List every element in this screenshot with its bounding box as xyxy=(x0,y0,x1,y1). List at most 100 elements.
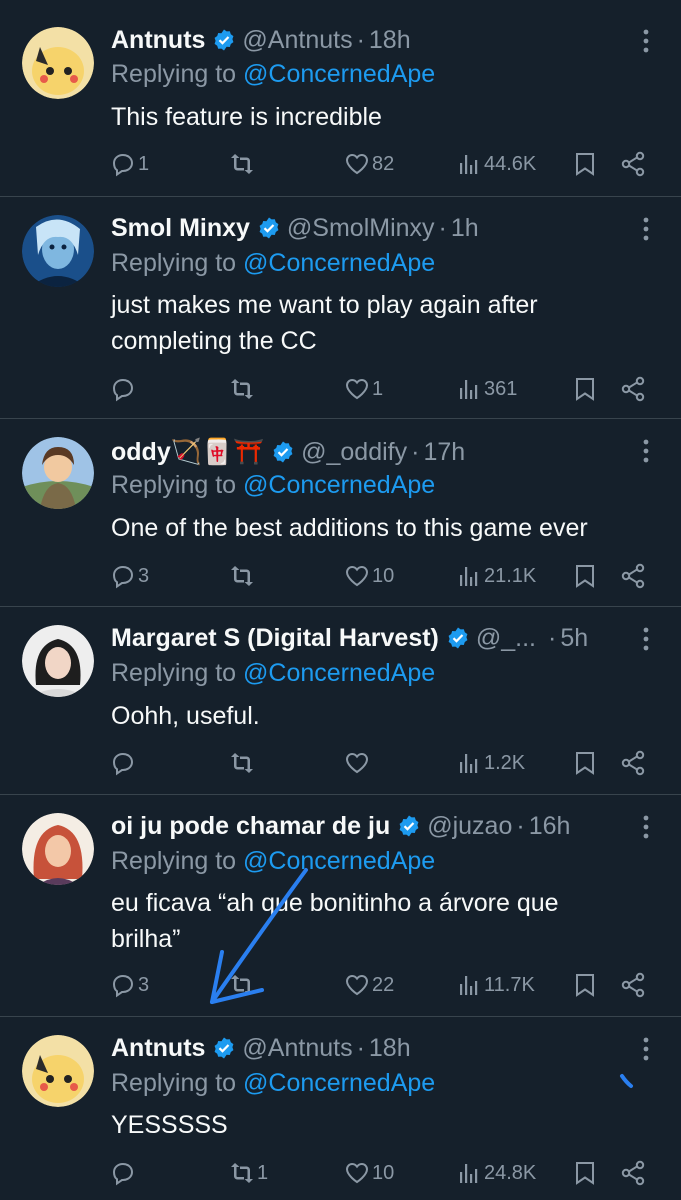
tweet[interactable]: Antnuts @Antnuts · 18h Replying to @Conc… xyxy=(0,0,681,196)
timestamp[interactable]: 5h xyxy=(560,624,588,653)
views-chart-icon xyxy=(460,567,478,586)
more-options-icon[interactable] xyxy=(632,1035,660,1063)
separator-dot: · xyxy=(548,623,557,652)
repost-icon xyxy=(231,154,253,174)
views-chart-icon xyxy=(460,380,478,399)
avatar[interactable] xyxy=(22,215,94,287)
user-handle[interactable]: @Antnuts xyxy=(242,1034,352,1063)
mention-link[interactable]: @ConcernedApe xyxy=(243,1069,435,1097)
action-bar: 1 82 44.6K xyxy=(0,147,681,181)
like-button[interactable]: 1 xyxy=(344,372,383,406)
user-handle[interactable]: @_oddify xyxy=(301,438,407,467)
action-bar: 1 10 24.8K xyxy=(0,1156,681,1190)
repost-count: 1 xyxy=(257,1161,269,1184)
separator-dot: · xyxy=(356,25,365,54)
tweet[interactable]: Margaret S (Digital Harvest) @_... · 5h … xyxy=(0,606,681,794)
more-options-icon[interactable] xyxy=(632,625,660,653)
like-button[interactable]: 10 xyxy=(344,1156,394,1190)
display-name[interactable]: Smol Minxy xyxy=(111,214,250,243)
display-name[interactable]: Margaret S (Digital Harvest) xyxy=(111,624,439,653)
replying-to: Replying to @ConcernedApe xyxy=(111,60,436,88)
user-handle[interactable]: @Antnuts xyxy=(242,26,352,55)
views-button[interactable]: 44.6K xyxy=(456,147,536,181)
display-name[interactable]: oddy🏹🀄⛩️ xyxy=(111,438,264,467)
repost-button[interactable] xyxy=(229,372,257,406)
user-handle[interactable]: @_... xyxy=(476,624,536,653)
views-button[interactable]: 361 xyxy=(456,372,517,406)
heart-icon xyxy=(345,752,369,774)
repost-button[interactable] xyxy=(229,559,257,593)
more-options-icon[interactable] xyxy=(632,437,660,465)
share-icon[interactable] xyxy=(620,972,646,998)
tweet-text: just makes me want to play again after c… xyxy=(111,291,538,355)
replying-to: Replying to @ConcernedApe xyxy=(111,249,436,277)
tweet[interactable]: oi ju pode chamar de ju @juzao · 16h Rep… xyxy=(0,794,681,1016)
like-button[interactable] xyxy=(344,746,372,780)
mention-link[interactable]: @ConcernedApe xyxy=(243,60,435,88)
tweet-text: YESSSSS xyxy=(111,1111,228,1139)
avatar[interactable] xyxy=(22,813,94,885)
more-options-icon[interactable] xyxy=(632,813,660,841)
share-icon[interactable] xyxy=(620,563,646,589)
display-name[interactable]: Antnuts xyxy=(111,26,205,55)
avatar[interactable] xyxy=(22,1035,94,1107)
display-name[interactable]: oi ju pode chamar de ju xyxy=(111,812,390,841)
tweet-header: Margaret S (Digital Harvest) @_... · 5h xyxy=(111,620,588,656)
mention-link[interactable]: @ConcernedApe xyxy=(243,659,435,687)
bookmark-icon[interactable] xyxy=(572,563,598,589)
view-count: 21.1K xyxy=(484,564,537,587)
views-button[interactable]: 24.8K xyxy=(456,1156,536,1190)
timestamp[interactable]: 18h xyxy=(369,1034,411,1063)
views-button[interactable]: 11.7K xyxy=(456,968,535,1002)
bookmark-icon[interactable] xyxy=(572,750,598,776)
like-button[interactable]: 82 xyxy=(344,147,394,181)
mention-link[interactable]: @ConcernedApe xyxy=(243,249,435,277)
separator-dot: · xyxy=(516,811,525,840)
replying-to: Replying to @ConcernedApe xyxy=(111,471,436,499)
share-icon[interactable] xyxy=(620,376,646,402)
bookmark-icon[interactable] xyxy=(572,376,598,402)
like-count: 82 xyxy=(372,152,395,175)
tweet[interactable]: oddy🏹🀄⛩️ @_oddify · 17h Replying to @Con… xyxy=(0,418,681,606)
repost-button[interactable] xyxy=(229,968,257,1002)
display-name[interactable]: Antnuts xyxy=(111,1034,205,1063)
heart-icon xyxy=(345,153,369,175)
reply-button[interactable]: 3 xyxy=(110,968,149,1002)
avatar[interactable] xyxy=(22,437,94,509)
views-button[interactable]: 21.1K xyxy=(456,559,536,593)
views-button[interactable]: 1.2K xyxy=(456,746,525,780)
repost-button[interactable]: 1 xyxy=(229,1156,268,1190)
separator-dot: · xyxy=(411,437,420,466)
bookmark-icon[interactable] xyxy=(572,151,598,177)
reply-button[interactable] xyxy=(110,372,138,406)
more-options-icon[interactable] xyxy=(632,215,660,243)
bookmark-icon[interactable] xyxy=(572,972,598,998)
bookmark-icon[interactable] xyxy=(572,1160,598,1186)
timestamp[interactable]: 1h xyxy=(451,214,479,243)
like-button[interactable]: 22 xyxy=(344,968,394,1002)
share-icon[interactable] xyxy=(620,151,646,177)
tweet[interactable]: Antnuts @Antnuts · 18h Replying to @Conc… xyxy=(0,1016,681,1200)
mention-link[interactable]: @ConcernedApe xyxy=(243,847,435,875)
more-options-icon[interactable] xyxy=(632,27,660,55)
reply-button[interactable] xyxy=(110,1156,138,1190)
reply-count: 3 xyxy=(138,564,150,587)
avatar[interactable] xyxy=(22,27,94,99)
repost-button[interactable] xyxy=(229,746,257,780)
mention-link[interactable]: @ConcernedApe xyxy=(243,471,435,499)
timestamp[interactable]: 16h xyxy=(529,812,571,841)
avatar[interactable] xyxy=(22,625,94,697)
timestamp[interactable]: 17h xyxy=(423,438,465,467)
user-handle[interactable]: @juzao xyxy=(427,812,512,841)
timestamp[interactable]: 18h xyxy=(369,26,411,55)
share-icon[interactable] xyxy=(620,750,646,776)
reply-button[interactable]: 1 xyxy=(110,147,149,181)
tweet[interactable]: Smol Minxy @SmolMinxy · 1h Replying to @… xyxy=(0,196,681,418)
share-icon[interactable] xyxy=(620,1160,646,1186)
repost-button[interactable] xyxy=(229,147,257,181)
like-count: 1 xyxy=(372,377,384,400)
like-button[interactable]: 10 xyxy=(344,559,394,593)
user-handle[interactable]: @SmolMinxy xyxy=(287,214,435,243)
reply-button[interactable] xyxy=(110,746,138,780)
reply-button[interactable]: 3 xyxy=(110,559,149,593)
